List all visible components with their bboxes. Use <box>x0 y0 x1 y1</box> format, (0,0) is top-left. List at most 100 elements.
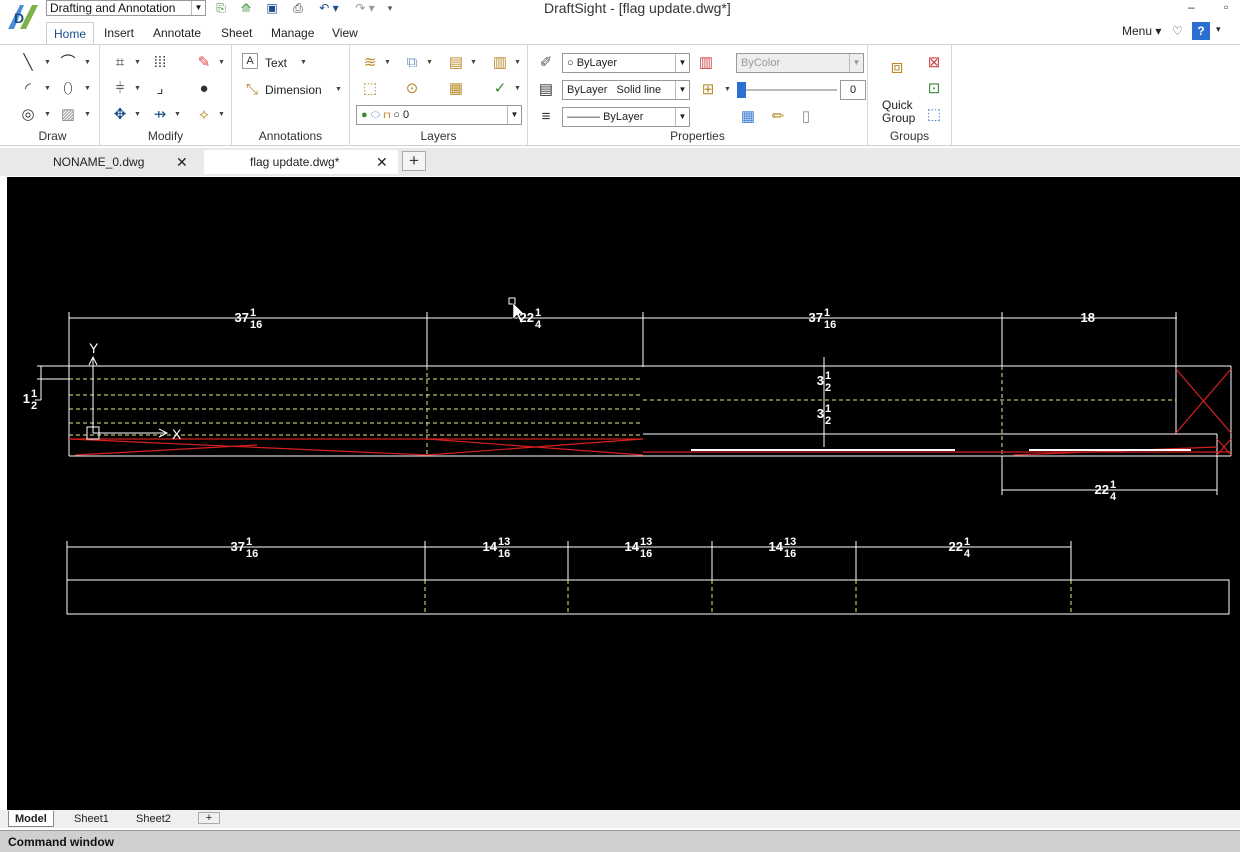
drawing-canvas[interactable]: Y X 37 1 16 22 1 4 37 1 16 18 1 1 2 3 1 … <box>7 177 1240 810</box>
lineweight-icon[interactable]: ≡ <box>536 107 556 127</box>
print-icon[interactable]: ⎙ <box>288 0 308 16</box>
tab-insert[interactable]: Insert <box>98 22 140 44</box>
dimension-icon[interactable]: ⤡ <box>242 80 262 100</box>
arc-icon[interactable]: ◜ <box>18 79 38 99</box>
array-icon[interactable]: ⁞⁞⁞ <box>150 53 170 73</box>
add-sheet-button[interactable]: + <box>198 812 220 824</box>
quick-group-button[interactable]: Quick Group <box>882 99 915 125</box>
layer-freeze-icon[interactable]: ▥ <box>490 53 510 73</box>
menu-button[interactable]: Menu ▾ <box>1122 24 1161 38</box>
trim-icon[interactable]: ⫩ <box>110 79 130 99</box>
quick-group-icon[interactable]: ⧈ <box>884 57 910 83</box>
linestyle-select[interactable]: ByLayer Solid line ▼ <box>562 80 690 100</box>
group-select-icon[interactable]: ⬚ <box>924 105 944 125</box>
lineweight-select[interactable]: ——— ByLayer ▼ <box>562 107 690 127</box>
doc-tab-flag-update[interactable]: flag update.dwg* ✕ <box>204 150 398 174</box>
text-icon[interactable]: A <box>242 53 258 69</box>
move-icon[interactable]: ⌗ <box>110 53 130 73</box>
match-color-icon[interactable]: ✐ <box>536 53 556 73</box>
eraser-icon[interactable]: ✎ <box>194 53 214 73</box>
linestyle-icon[interactable]: ▤ <box>536 80 556 100</box>
line-icon[interactable]: ╲ <box>18 53 38 73</box>
color-select[interactable]: ○ ByLayer ▼ <box>562 53 690 73</box>
arc-dropdown-icon[interactable]: ▼ <box>44 85 51 92</box>
transparency-dropdown-icon[interactable]: ▼ <box>724 86 731 93</box>
dimension-button[interactable]: Dimension <box>265 81 322 99</box>
line-dropdown-icon[interactable]: ▼ <box>44 59 51 66</box>
fillet-icon[interactable]: ⌟ <box>150 79 170 99</box>
rotate-icon[interactable]: ✥ <box>110 105 130 125</box>
layer-manager-icon[interactable]: ≋ <box>360 53 380 73</box>
customize-quick-access-icon[interactable]: ▾ <box>384 0 396 16</box>
close-icon[interactable]: ✕ <box>176 150 188 174</box>
polyline-dropdown-icon[interactable]: ▼ <box>84 59 91 66</box>
move-dropdown-icon[interactable]: ▼ <box>134 59 141 66</box>
hatch-dropdown-icon[interactable]: ▼ <box>84 111 91 118</box>
open-file-icon[interactable]: ⟰ <box>236 0 256 16</box>
close-icon[interactable]: ✕ <box>376 150 388 174</box>
layer-select[interactable]: ● ⬭ ⊓ ○ 0 ▼ <box>356 105 522 125</box>
trim-dropdown-icon[interactable]: ▼ <box>134 85 141 92</box>
color-palette-icon[interactable]: ▥ <box>696 53 716 73</box>
pen-icon[interactable]: ✏ <box>768 107 788 127</box>
minimize-button[interactable]: – <box>1188 0 1195 14</box>
layer-walk-icon[interactable]: ⊙ <box>402 79 422 99</box>
layer-previous-icon[interactable]: ⬚ <box>360 79 380 99</box>
doc-tab-noname[interactable]: NONAME_0.dwg ✕ <box>8 150 202 174</box>
circle-dropdown-icon[interactable]: ▼ <box>44 111 51 118</box>
tab-sheet[interactable]: Sheet <box>215 22 258 44</box>
help-dropdown-icon[interactable]: ▾ <box>1216 24 1221 35</box>
ellipse-icon[interactable]: ⬯ <box>58 79 78 99</box>
layer-freeze-dropdown-icon[interactable]: ▼ <box>514 59 521 66</box>
transparency-value[interactable]: 0 <box>840 80 866 100</box>
new-file-icon[interactable]: ⎘ <box>212 0 230 16</box>
circle-icon[interactable]: ◎ <box>18 105 38 125</box>
layer-copy-icon[interactable]: ▦ <box>446 79 466 99</box>
transparency-slider[interactable] <box>737 82 837 98</box>
command-window[interactable]: Command window <box>0 830 1240 852</box>
sheet-icon[interactable]: ▯ <box>796 107 816 127</box>
slider-thumb[interactable] <box>737 82 746 98</box>
properties-list-icon[interactable]: ▦ <box>738 107 758 127</box>
stretch-icon[interactable]: ⇸ <box>150 105 170 125</box>
sheet-tab-sheet1[interactable]: Sheet1 <box>68 811 115 827</box>
make-current-icon[interactable]: ✓ <box>490 79 510 99</box>
print-style-select[interactable]: ByColor ▼ <box>736 53 864 73</box>
hatch-icon[interactable]: ▨ <box>58 105 78 125</box>
rotate-dropdown-icon[interactable]: ▼ <box>134 111 141 118</box>
tab-view[interactable]: View <box>326 22 364 44</box>
tab-manage[interactable]: Manage <box>265 22 320 44</box>
tab-annotate[interactable]: Annotate <box>147 22 207 44</box>
undo-icon[interactable]: ↶ ▾ <box>314 0 344 16</box>
sheet-tab-sheet2[interactable]: Sheet2 <box>130 811 177 827</box>
layer-isolate-dropdown-icon[interactable]: ▼ <box>470 59 477 66</box>
dimension-dropdown-icon[interactable]: ▼ <box>335 86 342 93</box>
polyline-icon[interactable]: ⌒ <box>58 53 78 73</box>
sheet-tab-model[interactable]: Model <box>8 811 54 827</box>
text-dropdown-icon[interactable]: ▼ <box>300 59 307 66</box>
transparency-icon[interactable]: ⊞ <box>698 80 718 100</box>
edit-group-icon[interactable]: ⊡ <box>924 79 944 99</box>
restore-button[interactable]: ▫ <box>1224 0 1228 14</box>
ungroup-icon[interactable]: ⊠ <box>924 53 944 73</box>
make-current-dropdown-icon[interactable]: ▼ <box>514 85 521 92</box>
favorites-icon[interactable]: ♡ <box>1172 24 1183 38</box>
stretch-dropdown-icon[interactable]: ▼ <box>174 111 181 118</box>
color-select-value: ByLayer <box>576 57 618 69</box>
text-button[interactable]: Text <box>265 54 287 72</box>
match-dropdown-icon[interactable]: ▼ <box>218 111 225 118</box>
eraser-dropdown-icon[interactable]: ▼ <box>218 59 225 66</box>
ellipse-dropdown-icon[interactable]: ▼ <box>84 85 91 92</box>
help-button[interactable]: ? <box>1192 22 1210 40</box>
layer-state-dropdown-icon[interactable]: ▼ <box>426 59 433 66</box>
workspace-select[interactable]: Drafting and Annotation ▼ <box>46 0 206 16</box>
new-tab-button[interactable]: + <box>402 151 426 171</box>
explode-icon[interactable]: ● <box>194 79 214 99</box>
redo-icon[interactable]: ↷ ▾ <box>350 0 380 16</box>
tab-home[interactable]: Home <box>46 22 94 44</box>
layer-manager-dropdown-icon[interactable]: ▼ <box>384 59 391 66</box>
match-properties-icon[interactable]: ⟡ <box>194 105 214 125</box>
save-icon[interactable]: ▣ <box>262 0 282 16</box>
layer-isolate-icon[interactable]: ▤ <box>446 53 466 73</box>
layer-state-icon[interactable]: ⧉ <box>402 53 422 73</box>
